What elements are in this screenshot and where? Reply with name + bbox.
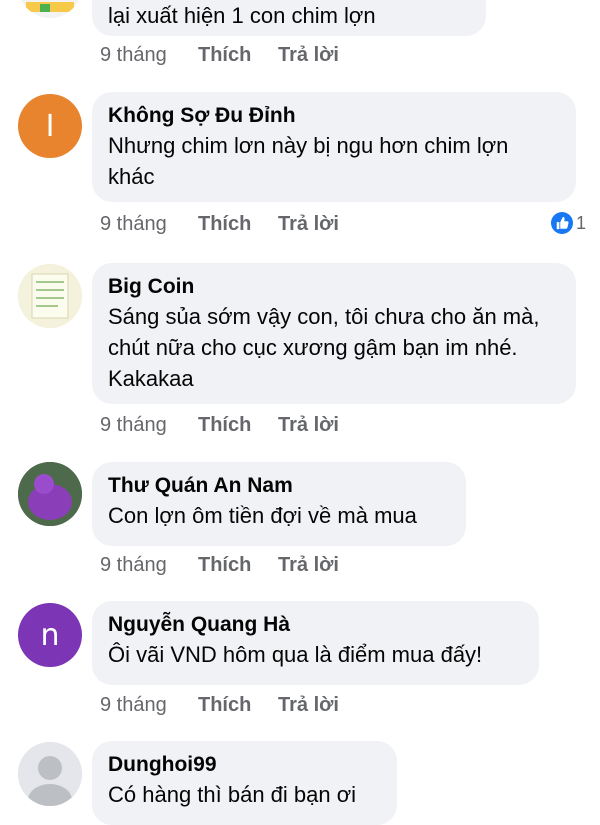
comment-text: Ôi vãi VND hôm qua là điểm mua đấy! [108,642,483,667]
comment-time[interactable]: 9 tháng [100,554,198,577]
comment-bubble: Không Sợ Đu Đỉnh Nhưng chim lơn này bị n… [92,92,576,202]
like-button[interactable]: Thích [198,213,278,236]
comment-author[interactable]: Dunghoi99 [108,751,381,779]
default-avatar-icon [18,742,82,806]
avatar[interactable]: n [18,603,82,667]
thumbs-up-icon [550,212,573,234]
comment-time[interactable]: 9 tháng [100,414,198,437]
avatar-image-icon [18,0,82,18]
comment-actions: 9 tháng Thích Trả lời [100,693,339,717]
comment-actions: 9 tháng Thích Trả lời [100,413,339,437]
comment-actions: 9 tháng Thích Trả lời [100,212,339,236]
like-button[interactable]: Thích [198,414,278,437]
like-button[interactable]: Thích [198,44,278,67]
avatar-letter: I [45,108,55,144]
avatar[interactable] [18,742,82,806]
comment-author[interactable]: Big Coin [108,273,560,301]
comment-actions: 9 tháng Thích Trả lời [100,553,339,577]
avatar[interactable] [18,0,82,18]
comment-time[interactable]: 9 tháng [100,213,198,236]
avatar[interactable]: I [18,94,82,158]
comment-bubble: Thư Quán An Nam Con lợn ôm tiền đợi về m… [92,462,466,546]
comment-author[interactable]: Nguyễn Quang Hà [108,611,523,639]
reply-button[interactable]: Trả lời [278,694,339,717]
comment-bubble: Big Coin Sáng sủa sớm vậy con, tôi chưa … [92,263,576,404]
comment-actions: 9 tháng Thích Trả lời [100,43,339,67]
comment-bubble: Nguyễn Quang Hà Ôi vãi VND hôm qua là đi… [92,601,539,685]
avatar[interactable] [18,264,82,328]
comment-bubble: Dunghoi99 Có hàng thì bán đi bạn ơi [92,741,397,825]
comment-bubble: lại xuất hiện 1 con chim lợn [92,0,486,36]
reaction-count: 1 [575,212,586,233]
comment-text: Nhưng chim lơn này bị ngu hơn chim lợn k… [108,133,509,189]
comment-text: Con lợn ôm tiền đợi về mà mua [108,503,417,528]
reaction-summary[interactable]: 1 [550,212,586,234]
comment-author[interactable]: Không Sợ Đu Đỉnh [108,102,560,130]
avatar-letter: n [40,617,60,653]
reply-button[interactable]: Trả lời [278,414,339,437]
comment-text: lại xuất hiện 1 con chim lợn [108,3,376,28]
reply-button[interactable]: Trả lời [278,44,339,67]
comment-text: Có hàng thì bán đi bạn ơi [108,782,357,807]
like-button[interactable]: Thích [198,694,278,717]
reply-button[interactable]: Trả lời [278,213,339,236]
comment-author[interactable]: Thư Quán An Nam [108,472,450,500]
like-button[interactable]: Thích [198,554,278,577]
comment-time[interactable]: 9 tháng [100,694,198,717]
comment-text: Sáng sủa sớm vậy con, tôi chưa cho ăn mà… [108,304,540,391]
avatar-image-icon [18,264,82,328]
reply-button[interactable]: Trả lời [278,554,339,577]
avatar-image-icon [18,462,82,526]
avatar[interactable] [18,462,82,526]
comment-time[interactable]: 9 tháng [100,44,198,67]
